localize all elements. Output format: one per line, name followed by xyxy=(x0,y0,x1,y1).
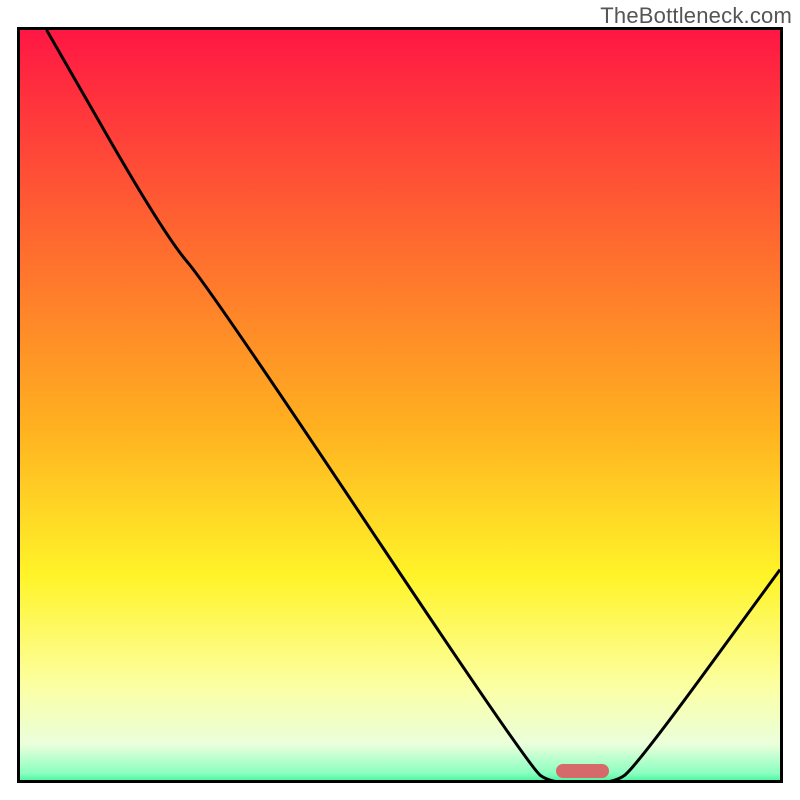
optimum-marker xyxy=(556,764,609,778)
bottleneck-curve xyxy=(20,30,780,783)
watermark-text: TheBottleneck.com xyxy=(600,3,792,29)
plot-area xyxy=(17,27,783,783)
chart-frame: TheBottleneck.com xyxy=(0,0,800,800)
